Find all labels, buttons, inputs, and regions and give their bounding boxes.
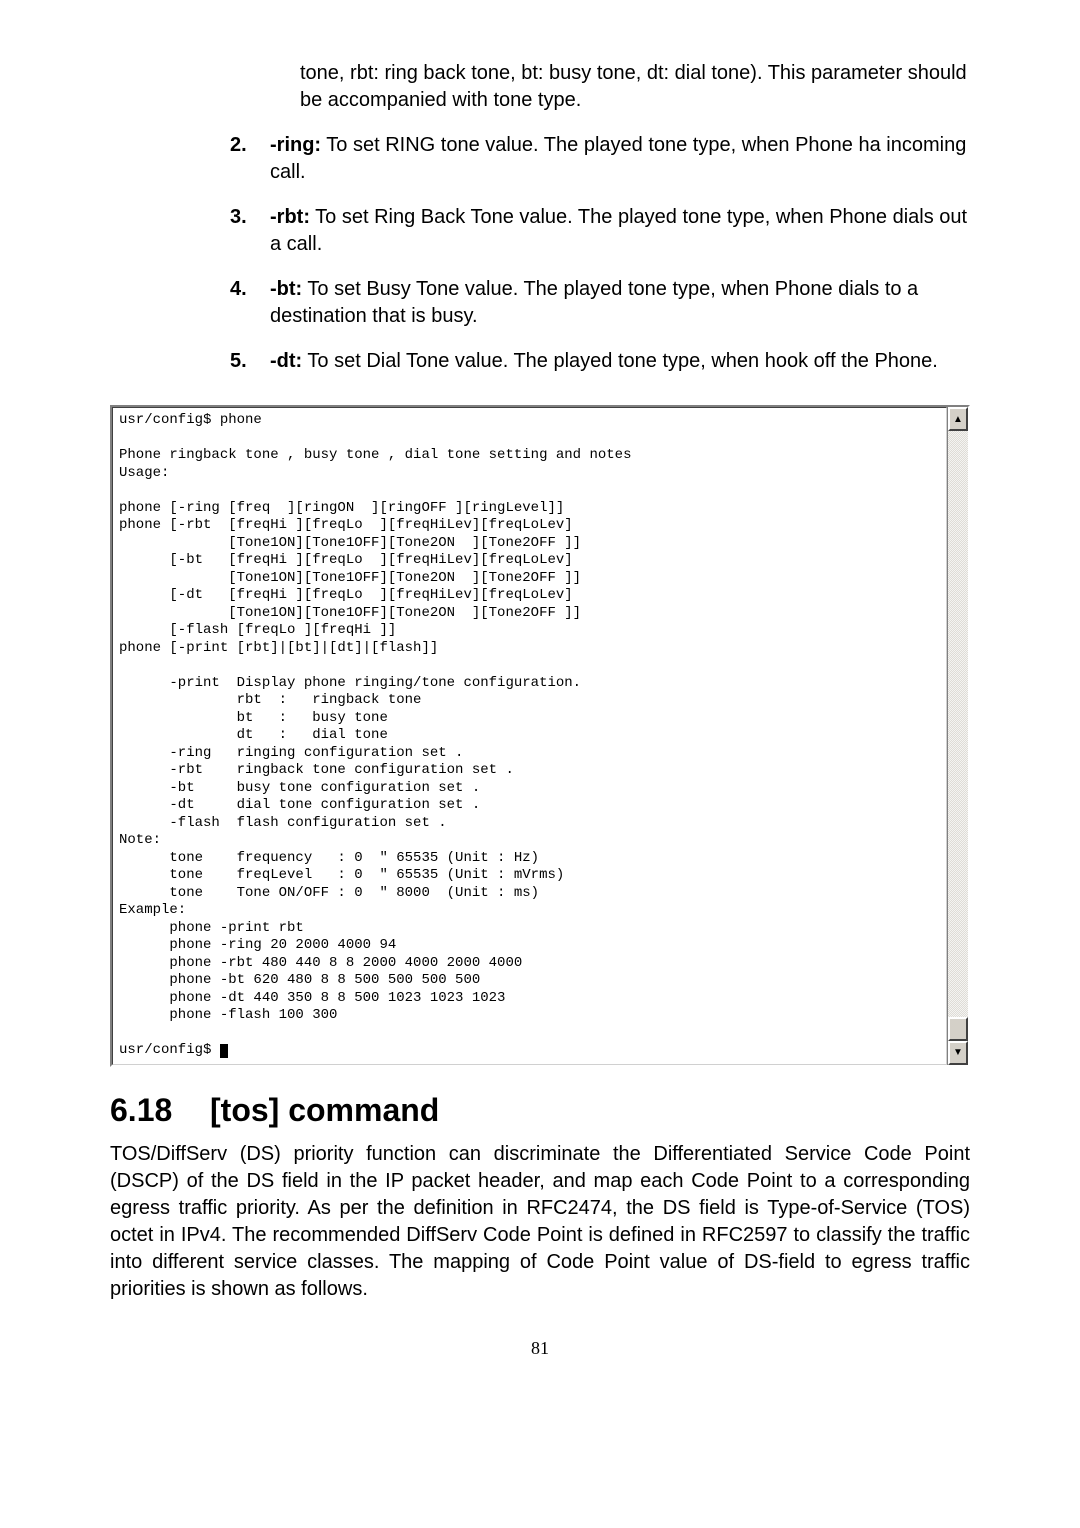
list-label: -ring: [270, 134, 321, 156]
section-title: [tos] command [210, 1092, 439, 1128]
list-number: 5. [230, 348, 270, 375]
scroll-down-button[interactable]: ▼ [948, 1041, 968, 1065]
triangle-down-icon: ▼ [953, 1047, 963, 1058]
page-number: 81 [110, 1338, 970, 1359]
scrollbar-thumb[interactable] [948, 1017, 968, 1041]
list-number: 2. [230, 132, 270, 186]
terminal-text: usr/config$ phone Phone ringback tone , … [119, 412, 631, 1058]
body-paragraph: TOS/DiffServ (DS) priority function can … [110, 1141, 970, 1303]
terminal-window: usr/config$ phone Phone ringback tone , … [110, 405, 970, 1067]
list-text: To set Dial Tone value. The played tone … [302, 350, 938, 372]
list-text: To set RING tone value. The played tone … [270, 134, 966, 183]
list-body: -bt: To set Busy Tone value. The played … [270, 276, 970, 330]
intro-text: tone, rbt: ring back tone, bt: busy tone… [300, 60, 970, 114]
list-body: -ring: To set RING tone value. The playe… [270, 132, 970, 186]
scrollbar-track[interactable] [948, 431, 968, 1041]
list-label: -bt: [270, 278, 302, 300]
list-number: 3. [230, 204, 270, 258]
list-body: -rbt: To set Ring Back Tone value. The p… [270, 204, 970, 258]
list-text: To set Busy Tone value. The played tone … [270, 278, 918, 327]
section-heading: 6.18[tos] command [110, 1092, 970, 1129]
terminal-output[interactable]: usr/config$ phone Phone ringback tone , … [112, 407, 947, 1065]
list-text: To set Ring Back Tone value. The played … [270, 206, 967, 255]
list-item-ring: 2. -ring: To set RING tone value. The pl… [230, 132, 970, 186]
scrollbar[interactable]: ▲ ▼ [947, 407, 968, 1065]
triangle-up-icon: ▲ [953, 414, 963, 425]
cursor-icon [220, 1044, 228, 1058]
list-body: -dt: To set Dial Tone value. The played … [270, 348, 970, 375]
list-label: -rbt: [270, 206, 310, 228]
list-item-dt: 5. -dt: To set Dial Tone value. The play… [230, 348, 970, 375]
list-item-rbt: 3. -rbt: To set Ring Back Tone value. Th… [230, 204, 970, 258]
list-label: -dt: [270, 350, 302, 372]
section-number: 6.18 [110, 1092, 210, 1129]
scroll-up-button[interactable]: ▲ [948, 407, 968, 431]
list-number: 4. [230, 276, 270, 330]
list-item-bt: 4. -bt: To set Busy Tone value. The play… [230, 276, 970, 330]
